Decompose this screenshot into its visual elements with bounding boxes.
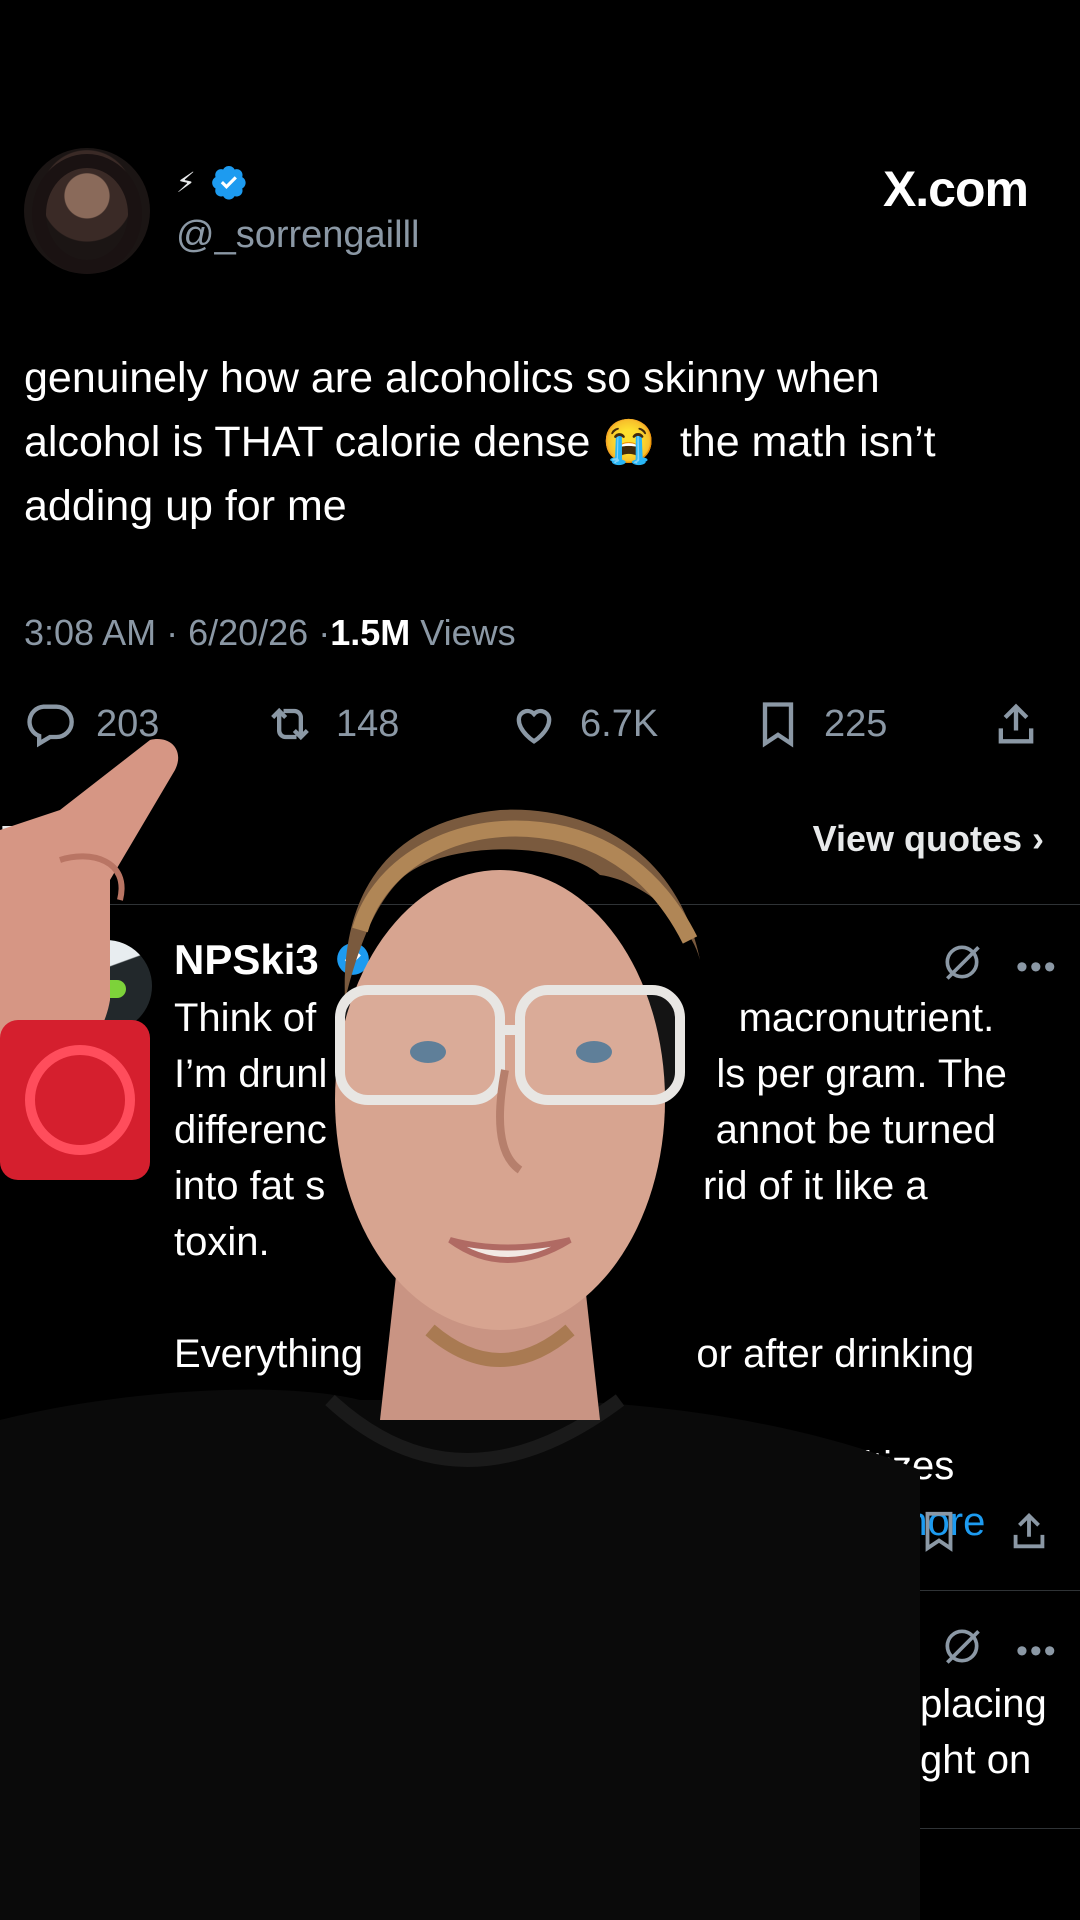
reply-count: 203 xyxy=(96,702,160,745)
bookmark-button[interactable]: 225 xyxy=(752,698,887,750)
author-display-name[interactable]: ⚡ xyxy=(176,166,196,199)
reply-avatar[interactable] xyxy=(60,940,152,1032)
like-button[interactable]: 6.7K xyxy=(508,698,658,750)
tweet-text: genuinely how are alcoholics so skinny w… xyxy=(24,354,936,530)
verified-badge-icon xyxy=(211,166,246,200)
repost-count: 148 xyxy=(336,702,400,745)
divider xyxy=(0,904,1080,905)
share-button[interactable] xyxy=(990,698,1042,750)
tweet-action-bar: 203 148 6.7K 225 xyxy=(24,698,1048,758)
views-count: 1.5M xyxy=(330,612,411,653)
share-icon xyxy=(998,703,1034,744)
repost-icon xyxy=(271,707,309,741)
tweet-meta: 3:08 AM · 6/20/26 · 1.5M Views xyxy=(24,612,516,654)
creator-video-overlay xyxy=(0,739,920,1920)
author-avatar[interactable] xyxy=(24,148,150,274)
verified-badge-icon xyxy=(337,943,369,975)
repost-button[interactable]: 148 xyxy=(264,698,399,750)
grok-icon[interactable] xyxy=(940,1624,984,1668)
bookmark-icon[interactable] xyxy=(916,1508,962,1554)
reply-icon xyxy=(27,704,74,748)
author-name-row: ⚡ xyxy=(176,164,248,200)
heart-icon xyxy=(516,708,552,744)
bookmark-icon xyxy=(762,702,794,748)
grok-icon[interactable] xyxy=(940,940,984,984)
reply-sort-dropdown[interactable]: Re nt ⌄ xyxy=(0,818,130,860)
reply-text-partial: placing ght on xyxy=(920,1682,1047,1782)
bookmark-count: 225 xyxy=(824,702,888,745)
divider xyxy=(0,1828,1080,1829)
share-icon[interactable] xyxy=(1006,1508,1052,1554)
more-options-icon[interactable]: ••• xyxy=(1016,948,1058,987)
reply-button[interactable]: 203 xyxy=(24,698,159,750)
reply-action-bar xyxy=(916,1508,1052,1559)
views-label: Views xyxy=(420,612,516,653)
divider xyxy=(0,1590,1080,1591)
author-handle[interactable]: @_sorrengailll xyxy=(176,214,419,257)
view-quotes-link[interactable]: View quotes › xyxy=(813,818,1044,860)
source-watermark: X.com xyxy=(882,161,1029,217)
like-count: 6.7K xyxy=(580,702,659,745)
reply-author-name[interactable]: NPSki3 xyxy=(174,936,319,984)
reply-text: Think of macronutrient. I’m drunl ls per… xyxy=(174,996,1007,1544)
tweet-timestamp[interactable]: 3:08 AM · 6/20/26 · xyxy=(24,612,330,654)
more-options-icon[interactable]: ••• xyxy=(1016,1632,1058,1671)
